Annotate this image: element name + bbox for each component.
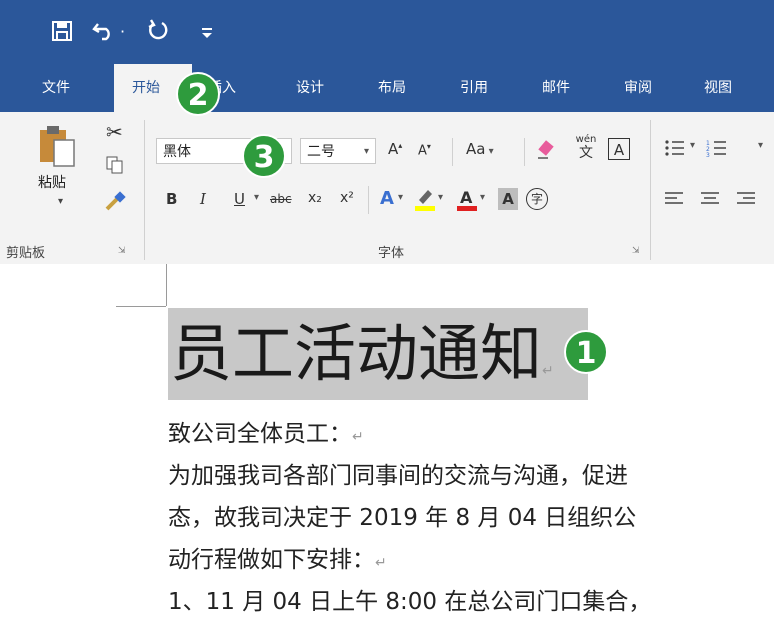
save-icon[interactable] <box>52 20 72 41</box>
paragraph-mark: ↵ <box>352 429 364 445</box>
highlight-icon[interactable] <box>414 186 436 216</box>
doc-line-3[interactable]: 态，故我司决定于 2019 年 8 月 04 日组织公 <box>168 498 636 532</box>
font-color-dropdown-icon[interactable]: ▾ <box>480 192 485 203</box>
clipboard-group-label: 剪贴板 <box>6 246 46 261</box>
clipboard-launcher-icon[interactable]: ⇲ <box>118 246 126 256</box>
group-divider <box>650 120 651 260</box>
tab-file[interactable]: 文件 <box>42 64 70 112</box>
tab-references[interactable]: 引用 <box>460 64 488 112</box>
doc-line-1[interactable]: 致公司全体员工：↵ <box>168 414 364 448</box>
underline-button[interactable]: U <box>234 190 245 208</box>
highlight-dropdown-icon[interactable]: ▾ <box>438 192 443 203</box>
document-title[interactable]: 员工活动通知↵ <box>170 314 554 411</box>
tab-layout[interactable]: 布局 <box>378 64 406 112</box>
paste-icon[interactable] <box>38 124 78 172</box>
ribbon-home: 粘贴 ▾ ✂ 剪贴板 ⇲ 黑体 二号 ▾ A▴ A▾ Aa ▾ wén 文 A … <box>0 112 774 265</box>
callout-badge-2: 2 <box>176 72 220 116</box>
align-right-icon[interactable] <box>736 190 756 212</box>
font-launcher-icon[interactable]: ⇲ <box>632 246 640 256</box>
clear-formatting-icon[interactable] <box>536 138 558 164</box>
customize-icon[interactable] <box>200 22 214 46</box>
enclose-characters-icon[interactable]: 字 <box>526 188 548 210</box>
underline-dropdown-icon[interactable]: ▾ <box>254 192 259 203</box>
divider <box>524 138 525 166</box>
doc-line-4[interactable]: 动行程做如下安排：↵ <box>168 540 387 574</box>
font-size-box[interactable]: 二号 ▾ <box>300 138 376 164</box>
paragraph-mark: ↵ <box>542 363 554 379</box>
divider <box>368 186 369 214</box>
phonetic-guide-icon[interactable]: wén 文 <box>574 134 598 161</box>
bold-button[interactable]: B <box>166 190 177 208</box>
svg-text:A: A <box>460 188 473 207</box>
format-painter-icon[interactable] <box>104 190 126 216</box>
group-divider <box>144 120 145 260</box>
bullets-icon[interactable] <box>664 138 686 162</box>
redo-icon[interactable] <box>146 18 170 47</box>
character-border-icon[interactable]: A <box>608 138 630 160</box>
document-area[interactable]: 员工活动通知↵ 致公司全体员工：↵ 为加强我司各部门同事间的交流与沟通，促进 态… <box>0 264 774 642</box>
doc-line-text: 致公司全体员工： <box>168 421 352 447</box>
align-center-icon[interactable] <box>700 190 720 212</box>
grow-font-icon[interactable]: A▴ <box>388 140 402 158</box>
numbering-dropdown-icon[interactable]: ▾ <box>758 140 763 151</box>
align-left-icon[interactable] <box>664 190 684 212</box>
change-case-button[interactable]: Aa ▾ <box>466 140 494 158</box>
doc-line-2[interactable]: 为加强我司各部门同事间的交流与沟通，促进 <box>168 456 628 490</box>
font-size-value: 二号 <box>307 144 335 160</box>
paragraph-mark: ↵ <box>375 555 387 571</box>
font-size-dropdown-icon[interactable]: ▾ <box>364 139 369 165</box>
phonetic-top: wén <box>575 134 597 145</box>
text-effects-icon[interactable]: A <box>380 188 394 209</box>
margin-marker-v <box>166 264 167 306</box>
tab-review[interactable]: 审阅 <box>624 64 652 112</box>
numbering-icon[interactable]: 123 <box>706 138 728 162</box>
callout-badge-3: 3 <box>242 134 286 178</box>
doc-line-text: 动行程做如下安排： <box>168 547 375 573</box>
character-shading-icon[interactable]: A <box>498 188 518 210</box>
paste-dropdown-icon[interactable]: ▾ <box>58 196 63 207</box>
margin-marker-h <box>116 306 166 307</box>
paste-label[interactable]: 粘贴 <box>38 172 66 192</box>
callout-badge-1: 1 <box>564 330 608 374</box>
svg-text:3: 3 <box>706 152 710 158</box>
font-name-value: 黑体 <box>163 144 191 160</box>
tab-design[interactable]: 设计 <box>296 64 324 112</box>
undo-dropdown[interactable]: · <box>120 20 125 44</box>
document-title-text: 员工活动通知 <box>170 317 543 390</box>
divider <box>452 138 453 166</box>
text-effects-dropdown-icon[interactable]: ▾ <box>398 192 403 203</box>
undo-icon[interactable] <box>92 18 116 47</box>
bullets-dropdown-icon[interactable]: ▾ <box>690 140 695 151</box>
copy-icon[interactable] <box>106 156 124 178</box>
font-group-label: 字体 <box>378 246 405 261</box>
change-case-label: Aa <box>466 140 486 158</box>
tab-mailings[interactable]: 邮件 <box>542 64 570 112</box>
italic-button[interactable]: I <box>200 190 206 208</box>
title-bar: · <box>0 0 774 64</box>
cut-icon[interactable]: ✂ <box>106 120 123 144</box>
phonetic-bottom: 文 <box>579 145 593 161</box>
ribbon-tabs: 文件 开始 插入 设计 布局 引用 邮件 审阅 视图 <box>0 64 774 112</box>
tab-view[interactable]: 视图 <box>704 64 732 112</box>
subscript-button[interactable]: x₂ <box>308 190 322 206</box>
doc-line-5[interactable]: 1、11 月 04 日上午 8:00 在总公司门口集合， <box>168 582 651 616</box>
strikethrough-button[interactable]: abc <box>270 192 292 206</box>
superscript-button[interactable]: x² <box>340 190 354 206</box>
shrink-font-icon[interactable]: A▾ <box>418 142 431 158</box>
font-color-icon[interactable]: A <box>456 186 478 216</box>
